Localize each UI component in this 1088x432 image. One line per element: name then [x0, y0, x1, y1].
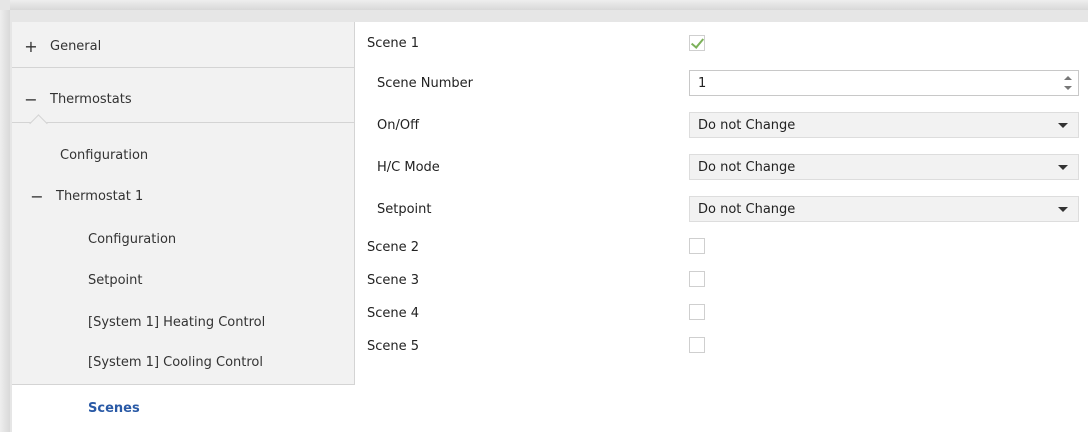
sidebar-item-label: [System 1] Heating Control — [88, 314, 266, 330]
scene-3-label: Scene 3 — [367, 273, 420, 288]
hc-mode-select[interactable]: Do not Change — [689, 154, 1079, 180]
scene-2-checkbox[interactable] — [689, 238, 705, 254]
chevron-down-icon — [1058, 123, 1068, 128]
chevron-down-icon — [1058, 165, 1068, 170]
sidebar-item-label: Configuration — [60, 147, 149, 163]
collapse-icon[interactable]: − — [30, 187, 44, 206]
sidebar-item-label: General — [50, 38, 102, 54]
hc-mode-label: H/C Mode — [377, 160, 440, 175]
hc-mode-value: Do not Change — [698, 159, 796, 175]
frame-left-border — [0, 10, 10, 432]
scene-number-value: 1 — [698, 75, 707, 91]
spin-up-icon[interactable] — [1064, 76, 1072, 80]
sidebar-item-label: Configuration — [88, 231, 177, 247]
scene-number-stepper[interactable]: 1 — [689, 70, 1079, 96]
collapse-icon[interactable]: − — [24, 90, 38, 109]
main-panel: Scene 1 Scene Number 1 On/Off Do not Cha… — [355, 22, 1088, 432]
scene-4-label: Scene 4 — [367, 306, 420, 321]
sidebar-item-heating-control[interactable]: [System 1] Heating Control — [12, 302, 354, 342]
sidebar-divider — [12, 122, 354, 123]
scene-3-checkbox[interactable] — [689, 271, 705, 287]
scene-1-label: Scene 1 — [367, 36, 420, 51]
scene-1-checkbox[interactable] — [689, 35, 705, 51]
setpoint-select[interactable]: Do not Change — [689, 196, 1079, 222]
setpoint-value: Do not Change — [698, 201, 796, 217]
sidebar-item-label: Scenes — [88, 401, 140, 416]
sidebar-divider — [12, 67, 354, 68]
frame-top-border — [10, 0, 1088, 10]
scene-4-checkbox[interactable] — [689, 304, 705, 320]
sidebar: + General − Thermostats Configuration − … — [12, 22, 356, 432]
expand-icon[interactable]: + — [24, 37, 38, 56]
spin-down-icon[interactable] — [1064, 86, 1072, 90]
on-off-value: Do not Change — [698, 117, 796, 133]
scene-2-label: Scene 2 — [367, 240, 420, 255]
setpoint-label: Setpoint — [377, 202, 432, 217]
sidebar-item-thermostat-1[interactable]: − Thermostat 1 — [12, 176, 354, 216]
sidebar-item-label: Thermostat 1 — [56, 188, 144, 204]
scene-5-label: Scene 5 — [367, 339, 420, 354]
sidebar-item-general[interactable]: + General — [12, 26, 354, 66]
spinner-icon[interactable] — [1064, 75, 1072, 93]
sidebar-item-thermostats[interactable]: − Thermostats — [12, 79, 354, 119]
on-off-label: On/Off — [377, 118, 420, 133]
sidebar-item-scenes[interactable]: Scenes — [12, 384, 356, 432]
on-off-select[interactable]: Do not Change — [689, 112, 1079, 138]
sidebar-item-label: Setpoint — [88, 272, 143, 288]
sidebar-item-thermostat-configuration[interactable]: Configuration — [12, 219, 354, 259]
sidebar-item-setpoint[interactable]: Setpoint — [12, 260, 354, 300]
scene-5-checkbox[interactable] — [689, 337, 705, 353]
scene-number-label: Scene Number — [377, 76, 473, 91]
sidebar-item-label: Thermostats — [50, 91, 132, 107]
sidebar-item-cooling-control[interactable]: [System 1] Cooling Control — [12, 342, 354, 382]
sidebar-item-configuration[interactable]: Configuration — [12, 135, 354, 175]
chevron-down-icon — [1058, 207, 1068, 212]
sidebar-item-label: [System 1] Cooling Control — [88, 354, 263, 370]
